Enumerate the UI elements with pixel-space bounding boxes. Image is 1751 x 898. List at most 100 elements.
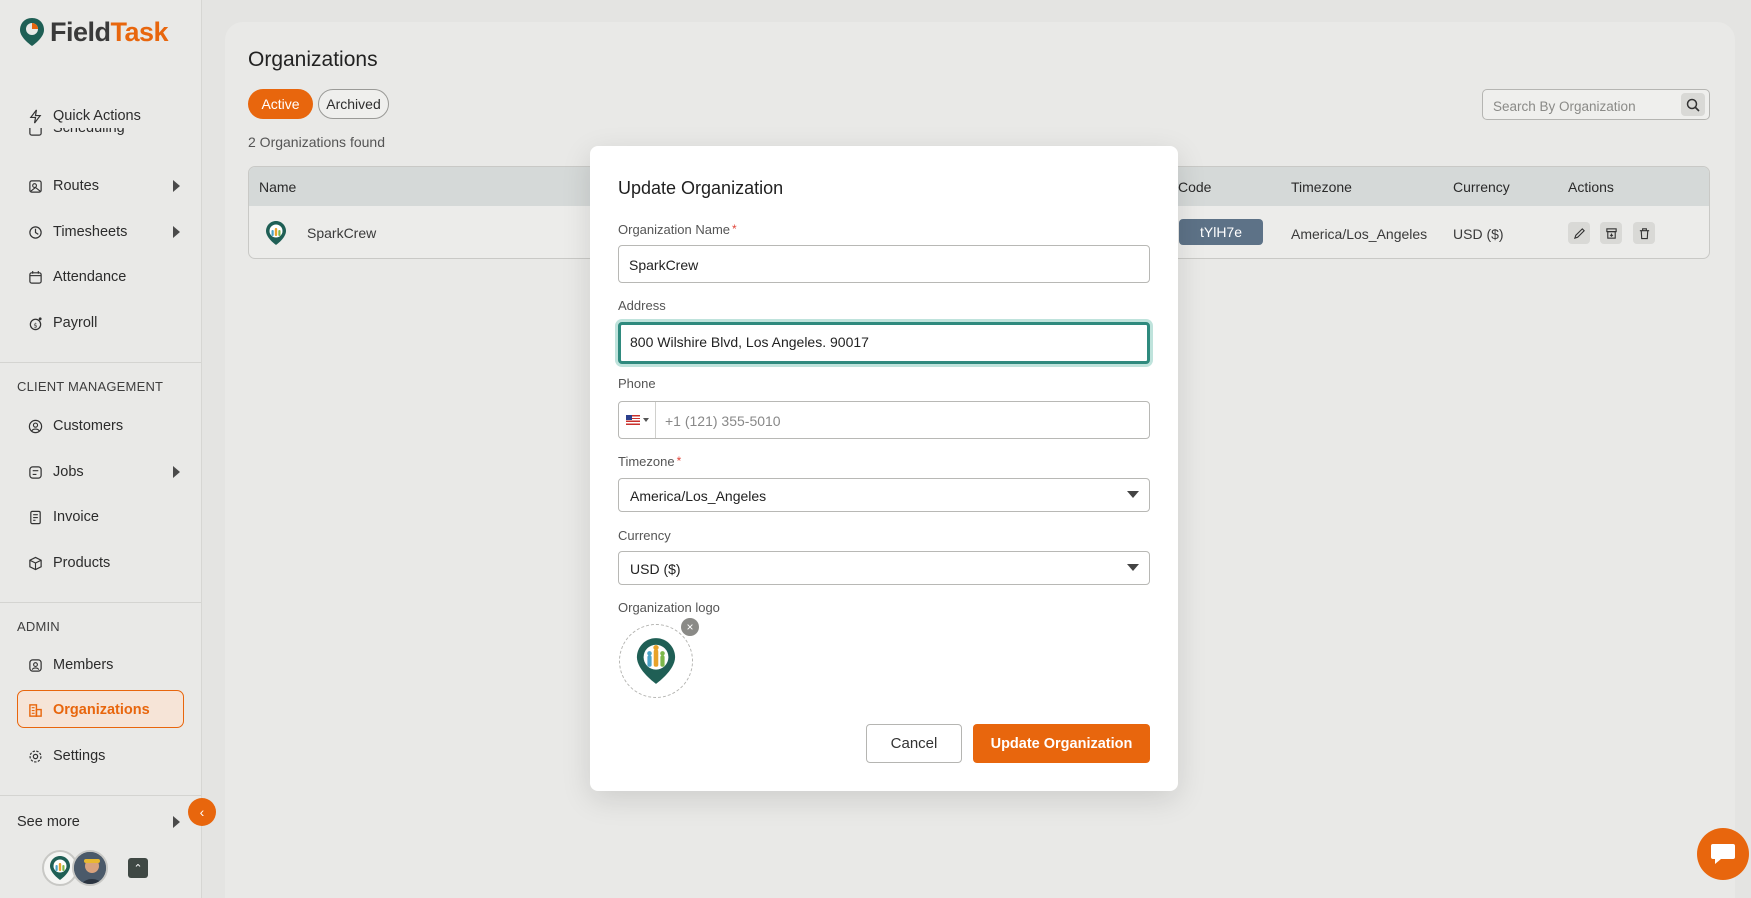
chevron-right-icon — [173, 466, 180, 478]
sidebar-item-organizations[interactable]: Organizations — [28, 698, 180, 722]
search-input[interactable]: Search By Organization — [1482, 89, 1710, 120]
required-asterisk: * — [676, 454, 682, 468]
sidebar-item-quick-actions[interactable]: Quick Actions — [28, 104, 180, 128]
chevron-down-icon — [1127, 564, 1139, 571]
payroll-icon: $ — [28, 316, 43, 331]
jobs-icon — [28, 465, 43, 480]
chevron-right-icon — [173, 226, 180, 238]
lightning-icon — [28, 109, 43, 124]
column-header-timezone: Timezone — [1291, 179, 1352, 195]
required-asterisk: * — [732, 222, 737, 236]
sidebar-item-customers[interactable]: Customers — [28, 414, 180, 438]
search-placeholder: Search By Organization — [1493, 99, 1636, 114]
search-icon[interactable] — [1681, 93, 1705, 116]
expand-up-button[interactable]: ⌃ — [128, 858, 148, 878]
filter-active-tab[interactable]: Active — [248, 89, 313, 119]
sidebar-item-settings[interactable]: Settings — [28, 744, 180, 768]
map-icon — [28, 179, 43, 194]
results-count: 2 Organizations found — [248, 134, 385, 150]
filter-archived-tab[interactable]: Archived — [318, 89, 389, 119]
update-organization-modal: Update Organization Organization Name * S… — [590, 146, 1178, 791]
chat-support-button[interactable] — [1697, 828, 1749, 880]
phone-placeholder: +1 (121) 355-5010 — [665, 413, 781, 429]
section-label-admin: ADMIN — [17, 619, 60, 634]
org-logo-icon — [50, 856, 70, 880]
logo-mark-icon — [20, 18, 44, 46]
column-header-currency: Currency — [1453, 179, 1510, 195]
sidebar-item-label: Quick Actions — [53, 108, 141, 124]
update-organization-button[interactable]: Update Organization — [973, 724, 1150, 763]
page-title: Organizations — [248, 48, 378, 71]
address-field[interactable]: 800 Wilshire Blvd, Los Angeles. 90017 — [618, 322, 1150, 364]
sidebar-divider — [0, 362, 201, 363]
app-logo[interactable]: FieldTask — [18, 16, 169, 48]
sidebar-item-label: Payroll — [53, 315, 98, 331]
country-code-select[interactable] — [619, 402, 656, 438]
sidebar-item-attendance[interactable]: Attendance — [28, 265, 180, 289]
currency-select[interactable]: USD ($) — [618, 551, 1150, 585]
delete-button[interactable] — [1633, 222, 1655, 244]
chevron-up-icon: ⌃ — [133, 862, 143, 875]
see-more-label: See more — [17, 814, 80, 830]
edit-button[interactable] — [1568, 222, 1590, 244]
chevron-down-icon — [642, 418, 649, 422]
modal-title: Update Organization — [618, 178, 784, 198]
sidebar-item-payroll[interactable]: $ Payroll — [28, 311, 180, 335]
sidebar-item-label: Settings — [53, 748, 106, 764]
org-code-badge: tYlH7e — [1179, 219, 1263, 245]
archive-button[interactable] — [1600, 222, 1622, 244]
sidebar-item-label: Attendance — [53, 269, 127, 285]
chevron-right-icon — [173, 816, 180, 828]
currency-value: USD ($) — [630, 561, 681, 577]
section-label-client-management: CLIENT MANAGEMENT — [17, 379, 164, 394]
chat-bubble-icon — [1711, 844, 1735, 864]
sidebar-item-jobs[interactable]: Jobs — [28, 460, 180, 484]
sidebar-item-members[interactable]: Members — [28, 653, 180, 677]
user-avatar[interactable] — [72, 850, 108, 886]
calendar-icon — [28, 128, 43, 137]
sidebar-item-label: Members — [53, 657, 114, 673]
org-name-label: Organization Name * — [618, 222, 737, 237]
column-header-actions: Actions — [1568, 179, 1614, 195]
pencil-icon — [1573, 227, 1585, 239]
sidebar-item-label: Customers — [53, 418, 124, 434]
sidebar-item-scheduling[interactable]: Scheduling — [28, 128, 180, 142]
collapse-sidebar-button[interactable]: ‹ — [188, 798, 216, 826]
sidebar: FieldTask Quick Actions Scheduling Route… — [0, 0, 202, 898]
timezone-value: America/Los_Angeles — [630, 488, 767, 504]
sidebar-item-invoice[interactable]: Invoice — [28, 505, 180, 529]
chevron-down-icon — [1127, 491, 1139, 498]
sidebar-item-timesheets[interactable]: Timesheets — [28, 220, 180, 244]
org-logo-upload[interactable] — [619, 624, 693, 698]
gear-icon — [28, 749, 43, 764]
sidebar-divider — [0, 795, 201, 796]
sidebar-item-label: Routes — [53, 178, 99, 194]
sidebar-item-products[interactable]: Products — [28, 551, 180, 575]
phone-label: Phone — [618, 376, 656, 391]
timezone-select[interactable]: America/Los_Angeles — [618, 478, 1150, 512]
sidebar-item-label: Jobs — [53, 464, 84, 480]
user-circle-icon — [28, 419, 43, 434]
org-logo-icon — [266, 221, 286, 245]
sidebar-item-routes[interactable]: Routes — [28, 174, 180, 198]
user-square-icon — [28, 658, 43, 673]
sidebar-see-more[interactable]: See more — [17, 810, 180, 834]
address-value: 800 Wilshire Blvd, Los Angeles. 90017 — [630, 334, 869, 350]
currency-label: Currency — [618, 528, 671, 543]
org-currency-cell: USD ($) — [1453, 226, 1504, 242]
clock-icon — [28, 225, 43, 240]
cancel-button[interactable]: Cancel — [866, 724, 962, 763]
invoice-icon — [28, 510, 43, 525]
organization-icon — [28, 703, 43, 718]
sidebar-item-label: Timesheets — [53, 224, 128, 240]
phone-field[interactable]: +1 (121) 355-5010 — [618, 401, 1150, 439]
address-label: Address — [618, 298, 666, 313]
org-name-field[interactable]: SparkCrew — [618, 245, 1150, 283]
us-flag-icon — [625, 415, 640, 425]
timezone-label: Timezone * — [618, 454, 682, 469]
remove-logo-button[interactable]: × — [681, 618, 699, 636]
trash-icon — [1639, 227, 1649, 239]
calendar-check-icon — [28, 270, 43, 285]
sidebar-item-label: Invoice — [53, 509, 99, 525]
org-name-cell: SparkCrew — [307, 225, 377, 241]
